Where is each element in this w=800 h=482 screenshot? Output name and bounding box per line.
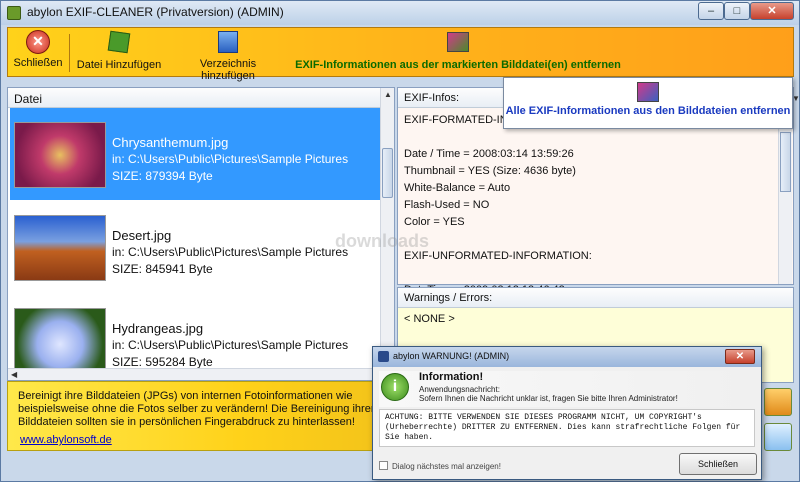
remove-exif-selected-label: EXIF-Informationen aus der markierten Bi… xyxy=(295,59,621,71)
next-button[interactable] xyxy=(764,423,792,451)
add-directory-button[interactable]: Verzeichnis hinzufügen xyxy=(172,30,284,82)
minimize-button[interactable]: – xyxy=(698,2,724,20)
maximize-button[interactable]: □ xyxy=(724,2,750,20)
warnings-text: < NONE > xyxy=(404,313,455,325)
dialog-app-icon xyxy=(378,351,389,362)
dialog-title: abylon WARNUNG! (ADMIN) xyxy=(393,351,510,361)
close-button[interactable]: ✕ Schließen xyxy=(10,30,66,76)
scroll-up-icon[interactable]: ▲ xyxy=(384,90,392,99)
website-link[interactable]: www.abylonsoft.de xyxy=(20,434,112,447)
file-name: Chrysanthemum.jpg xyxy=(112,135,229,150)
toolbar: ✕ Schließen Datei Hinzufügen Verzeichnis… xyxy=(7,27,800,103)
remove-all-exif-label: Alle EXIF-Informationen aus den Bilddate… xyxy=(505,105,791,117)
exif-line: Color = YES xyxy=(404,216,465,228)
exif-line: EXIF-UNFORMATED-INFORMATION: xyxy=(404,250,592,262)
scroll-left-icon[interactable]: ◀ xyxy=(11,370,17,379)
dialog-heading: Information! xyxy=(419,371,484,383)
file-item-hydrangeas[interactable]: Hydrangeas.jpg in: C:\Users\Public\Pictu… xyxy=(10,294,380,368)
dialog-close-ok-button[interactable]: Schließen xyxy=(679,453,757,475)
warnings-header: Warnings / Errors: xyxy=(398,288,793,308)
app-icon xyxy=(7,6,21,20)
info-text: Bereinigt ihre Bilddateien (JPGs) von in… xyxy=(18,390,375,428)
file-item-desert[interactable]: Desert.jpg in: C:\Users\Public\Pictures\… xyxy=(10,201,380,293)
photo-clean-all-icon xyxy=(637,82,659,102)
add-file-button[interactable]: Datei Hinzufügen xyxy=(74,30,164,76)
dialog-close-button[interactable]: ✕ xyxy=(725,349,755,364)
dialog-message: ACHTUNG: BITTE VERWENDEN SIE DIESES PROG… xyxy=(379,409,755,447)
checkbox-icon[interactable] xyxy=(379,461,388,470)
file-list-header[interactable]: Datei xyxy=(8,88,394,108)
exif-line xyxy=(404,231,774,248)
info-icon: i xyxy=(381,373,409,401)
exif-info-text[interactable]: EXIF-FORMATED-INFO Date / Time = 2008:03… xyxy=(404,112,774,299)
exif-line: Flash-Used = NO xyxy=(404,199,490,211)
remove-exif-selected-button[interactable]: EXIF-Informationen aus der markierten Bi… xyxy=(293,30,623,76)
scrollbar-thumb[interactable] xyxy=(780,132,791,192)
thumbnail-image xyxy=(14,308,106,368)
exif-scrollbar[interactable] xyxy=(778,108,792,284)
dialog-header: i Information! Anwendungsnachricht: Sofe… xyxy=(379,371,755,407)
info-box: Bereinigt ihre Bilddateien (JPGs) von in… xyxy=(7,381,395,451)
file-size: SIZE: 879394 Byte xyxy=(112,169,213,183)
add-file-label: Datei Hinzufügen xyxy=(76,59,162,71)
file-path: in: C:\Users\Public\Pictures\Sample Pict… xyxy=(112,245,349,259)
remove-all-exif-menu-item[interactable]: Alle EXIF-Informationen aus den Bilddate… xyxy=(503,77,793,129)
dialog-title-bar: abylon WARNUNG! (ADMIN) ✕ xyxy=(373,347,761,367)
title-bar: abylon EXIF-CLEANER (Privatversion) (ADM… xyxy=(1,1,799,25)
scrollbar-thumb[interactable] xyxy=(382,148,393,198)
close-icon: ✕ xyxy=(26,30,50,54)
dialog-subtitle: Anwendungsnachricht: xyxy=(419,385,500,394)
file-list: Chrysanthemum.jpg in: C:\Users\Public\Pi… xyxy=(8,108,380,368)
file-name: Desert.jpg xyxy=(112,228,172,243)
file-name: Hydrangeas.jpg xyxy=(112,321,204,336)
close-button-label: Schließen xyxy=(13,57,63,69)
file-path: in: C:\Users\Public\Pictures\Sample Pict… xyxy=(112,152,349,166)
add-directory-label: Verzeichnis hinzufügen xyxy=(199,58,257,82)
toolbar-separator xyxy=(69,34,70,72)
file-size: SIZE: 845941 Byte xyxy=(112,262,213,276)
add-file-icon xyxy=(107,30,131,56)
thumbnail-image xyxy=(14,122,106,188)
exif-line: White-Balance = Auto xyxy=(404,182,511,194)
file-size: SIZE: 595284 Byte xyxy=(112,355,213,368)
photo-clean-icon xyxy=(446,32,470,56)
add-directory-icon xyxy=(216,31,240,55)
exif-line: Date / Time = 2008:03:14 13:59:26 xyxy=(404,148,574,160)
window-title: abylon EXIF-CLEANER (Privatversion) (ADM… xyxy=(27,5,284,19)
file-path: in: C:\Users\Public\Pictures\Sample Pict… xyxy=(112,338,349,352)
exif-line xyxy=(404,265,774,282)
refresh-button[interactable] xyxy=(764,388,792,416)
warning-dialog: abylon WARNUNG! (ADMIN) ✕ i Information!… xyxy=(372,346,762,480)
exif-line: Thumbnail = YES (Size: 4636 byte) xyxy=(404,165,576,177)
dialog-subtitle-2: Sofern Ihnen die Nachricht unklar ist, f… xyxy=(419,394,678,403)
show-again-checkbox[interactable]: Dialog nächstes mal anzeigen! xyxy=(379,461,501,471)
file-list-horizontal-scrollbar[interactable]: ◀ ▶ xyxy=(8,368,394,380)
file-item-chrysanthemum[interactable]: Chrysanthemum.jpg in: C:\Users\Public\Pi… xyxy=(10,108,380,200)
watermark-text: downloads xyxy=(335,231,429,251)
file-list-vertical-scrollbar[interactable]: ▲ ▼ xyxy=(380,88,394,368)
close-window-button[interactable]: ✕ xyxy=(750,2,794,20)
exif-line xyxy=(404,129,774,146)
show-again-label: Dialog nächstes mal anzeigen! xyxy=(392,462,501,471)
thumbnail-image xyxy=(14,215,106,281)
